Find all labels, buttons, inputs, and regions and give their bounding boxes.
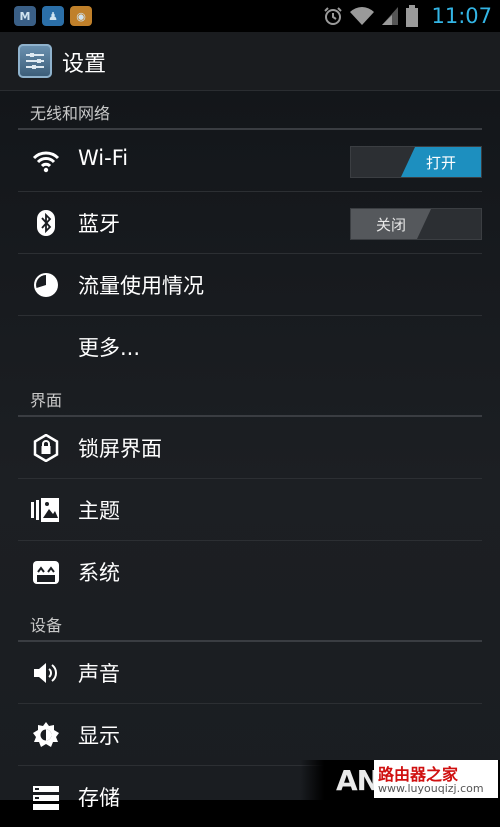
system-icons: 11:07 <box>323 3 492 29</box>
settings-item-sound[interactable]: 声音 <box>18 642 482 704</box>
watermark-logo: AN <box>336 764 380 797</box>
wifi-toggle[interactable]: 打开 <box>350 146 482 178</box>
system-icon <box>33 561 59 584</box>
clock: 11:07 <box>431 4 492 28</box>
data-usage-icon <box>34 273 58 297</box>
page-title: 设置 <box>62 52 107 77</box>
watermark-url: www.luyouqizj.com <box>378 782 484 795</box>
settings-item-data-usage[interactable]: 流量使用情况 <box>18 254 482 316</box>
cell-signal-icon <box>382 7 399 25</box>
settings-item-display[interactable]: 显示 <box>18 704 482 766</box>
sound-icon <box>34 663 57 683</box>
settings-item-label: 蓝牙 <box>78 212 120 236</box>
bluetooth-toggle-thumb: 关闭 <box>351 209 431 239</box>
storage-icon <box>33 786 59 810</box>
settings-item-label: Wi-Fi <box>78 146 129 170</box>
section-header-label: 设备 <box>30 616 63 635</box>
maxthon-icon: M <box>14 6 36 26</box>
battery-icon <box>406 5 419 27</box>
settings-item-label: 锁屏界面 <box>78 437 162 461</box>
section-header-label: 界面 <box>30 391 63 410</box>
settings-item-label: 存储 <box>78 786 120 810</box>
display-icon <box>33 722 59 747</box>
settings-item-label: 声音 <box>78 662 120 686</box>
settings-screen: M ♟ ◉ 11:07 设置 无线和网络 Wi-Fi 打开 蓝牙 关闭 流量使用… <box>0 0 500 810</box>
qq-icon: ♟ <box>42 6 64 26</box>
settings-item-label: 流量使用情况 <box>78 274 204 298</box>
settings-item-wifi[interactable]: Wi-Fi 打开 <box>18 130 482 192</box>
section-header-device: 设备 <box>18 602 482 642</box>
wifi-signal-icon <box>350 7 375 25</box>
alarm-icon <box>324 7 343 25</box>
weibo-icon: ◉ <box>70 6 92 26</box>
settings-item-label: 系统 <box>78 561 120 585</box>
settings-item-more[interactable]: 更多... <box>18 316 482 377</box>
settings-item-label: 更多... <box>78 336 141 360</box>
section-header-interface: 界面 <box>18 377 482 417</box>
notification-icons: M ♟ ◉ <box>14 6 92 26</box>
section-header-wireless: 无线和网络 <box>18 90 482 130</box>
action-bar: 设置 <box>0 32 500 91</box>
watermark-box: 路由器之家 www.luyouqizj.com <box>374 760 498 798</box>
settings-item-theme[interactable]: 主题 <box>18 479 482 541</box>
settings-item-lock-screen[interactable]: 锁屏界面 <box>18 417 482 479</box>
wifi-toggle-thumb: 打开 <box>401 147 481 177</box>
wifi-icon <box>32 151 60 173</box>
settings-sliders-icon[interactable] <box>18 44 52 78</box>
theme-icon <box>31 498 59 522</box>
status-bar: M ♟ ◉ 11:07 <box>0 0 500 32</box>
settings-item-label: 显示 <box>78 724 120 748</box>
section-header-label: 无线和网络 <box>30 104 111 123</box>
settings-list: 无线和网络 Wi-Fi 打开 蓝牙 关闭 流量使用情况 更多... 界面 锁屏界… <box>0 90 500 827</box>
settings-item-label: 主题 <box>78 499 120 523</box>
settings-item-bluetooth[interactable]: 蓝牙 关闭 <box>18 192 482 254</box>
bluetooth-icon <box>37 210 55 236</box>
bluetooth-toggle[interactable]: 关闭 <box>350 208 482 240</box>
watermark: AN 路由器之家 www.luyouqizj.com <box>300 760 500 800</box>
settings-item-system[interactable]: 系统 <box>18 541 482 602</box>
lock-screen-icon <box>33 434 59 462</box>
